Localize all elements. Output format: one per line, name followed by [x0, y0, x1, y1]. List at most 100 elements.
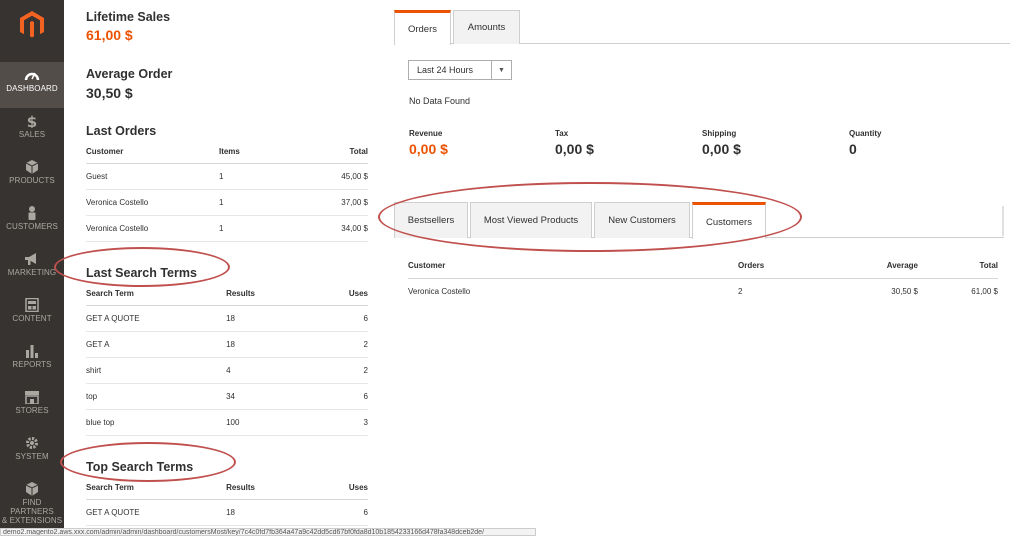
sidebar-item-reports[interactable]: REPORTS [0, 338, 64, 384]
sidebar-item-label: & EXTENSIONS [1, 516, 63, 525]
column-header: Uses [318, 283, 368, 306]
table-row: GET A 18 2 [86, 331, 368, 358]
sidebar-item-label: REPORTS [12, 360, 52, 369]
sidebar-item-label: STORES [15, 406, 49, 415]
table-row[interactable]: Veronica Costello 1 37,00 $ [86, 189, 368, 216]
gear-icon [26, 437, 38, 449]
sidebar-item-customers[interactable]: CUSTOMERS [0, 200, 64, 246]
table-row: shirt 4 2 [86, 357, 368, 384]
sidebar-item-stores[interactable]: STORES [0, 384, 64, 430]
lifetime-sales-label: Lifetime Sales [86, 10, 171, 24]
tab-bestsellers[interactable]: Bestsellers [394, 202, 468, 238]
metric-label: Quantity [849, 129, 882, 138]
cell-orders: 2 [738, 286, 743, 296]
table-row: GET A QUOTE 18 6 [86, 499, 368, 526]
sidebar-item-products[interactable]: PRODUCTS [0, 154, 64, 200]
column-header: Customer [86, 141, 219, 164]
app-root: DASHBOARD $ SALES PRODUCTS CUSTOMERS MAR… [0, 0, 1024, 536]
column-header: Total [918, 254, 998, 279]
cell-results: 34 [226, 383, 319, 410]
megaphone-icon [25, 253, 36, 265]
column-header: Orders [738, 254, 838, 279]
cell-term: GET A [86, 331, 227, 358]
metric-value: 0 [849, 141, 857, 157]
metric-value: 0,00 $ [555, 141, 594, 157]
cell-results: 18 [226, 305, 319, 332]
admin-sidebar: DASHBOARD $ SALES PRODUCTS CUSTOMERS MAR… [0, 0, 64, 536]
cell-total: 61,00 $ [971, 286, 998, 296]
cell-results: 18 [226, 331, 319, 358]
sidebar-item-content[interactable]: CONTENT [0, 292, 64, 338]
lifetime-sales-value: 61,00 $ [86, 27, 133, 43]
sidebar-item-label: CONTENT [12, 314, 52, 323]
last-search-terms-table: Search Term Results Uses GET A QUOTE 18 6 … [86, 283, 368, 436]
table-row: top 34 6 [86, 383, 368, 410]
sidebar-item-dashboard[interactable]: DASHBOARD [0, 62, 64, 108]
tab-most-viewed-products[interactable]: Most Viewed Products [470, 202, 592, 238]
table-row[interactable]: Veronica Costello 2 30,50 $ 61,00 $ [408, 278, 998, 304]
table-header-row: Customer Items Total [86, 141, 368, 164]
table-header-row: Search Term Results Uses [86, 477, 368, 500]
svg-text:$: $ [27, 114, 37, 128]
metric-shipping: Shipping 0,00 $ [702, 129, 741, 157]
cell-customer: Veronica Costello [408, 286, 471, 296]
sidebar-item-marketing[interactable]: MARKETING [0, 246, 64, 292]
metric-revenue: Revenue 0,00 $ [409, 129, 448, 157]
cell-items: 1 [218, 215, 311, 242]
top-search-terms-table: Search Term Results Uses GET A QUOTE 18 6 [86, 477, 368, 526]
layout-icon [25, 298, 39, 312]
cell-average: 30,50 $ [891, 286, 918, 296]
tab-new-customers[interactable]: New Customers [594, 202, 690, 238]
table-header-row: Customer Orders Average Total [408, 254, 998, 279]
sidebar-item-system[interactable]: SYSTEM [0, 430, 64, 476]
box-icon [25, 482, 39, 496]
tab-customers[interactable]: Customers [692, 202, 766, 239]
metric-label: Revenue [409, 129, 443, 138]
column-header: Results [226, 283, 319, 306]
metric-label: Shipping [702, 129, 737, 138]
metric-value: 0,00 $ [409, 141, 448, 157]
cell-term: top [86, 383, 227, 410]
column-header: Items [218, 141, 311, 164]
cell-customer: Guest [86, 163, 219, 190]
tab-amounts[interactable]: Amounts [453, 10, 520, 44]
cell-uses: 6 [318, 305, 368, 332]
sidebar-item-label: MARKETING [7, 268, 57, 277]
grid-tabs: Bestsellers Most Viewed Products New Cus… [394, 202, 1004, 239]
store-icon [25, 391, 39, 404]
sidebar-item-label: DASHBOARD [6, 84, 58, 93]
column-header: Average [838, 254, 918, 279]
table-row[interactable]: Veronica Costello 1 34,00 $ [86, 215, 368, 242]
cell-uses: 2 [318, 357, 368, 384]
dashboard-icon [24, 72, 40, 81]
table-row[interactable]: Guest 1 45,00 $ [86, 163, 368, 190]
cell-total: 37,00 $ [310, 189, 368, 216]
tab-orders[interactable]: Orders [394, 10, 451, 45]
sidebar-item-label: SALES [18, 130, 46, 139]
column-header: Customer [408, 254, 738, 279]
cell-items: 1 [218, 189, 311, 216]
average-order-label: Average Order [86, 67, 173, 81]
magento-logo-icon[interactable] [0, 0, 64, 50]
status-url-bar: demo2.magento2.aws.xxx.com/admin/admin/d… [0, 528, 536, 536]
average-order-value: 30,50 $ [86, 85, 133, 101]
cell-total: 34,00 $ [310, 215, 368, 242]
last-orders-title: Last Orders [86, 124, 157, 138]
sidebar-item-label: CUSTOMERS [6, 222, 58, 231]
chart-tabs: Orders Amounts [394, 10, 1010, 45]
sidebar-item-find-partners[interactable]: FIND PARTNERS & EXTENSIONS [0, 476, 64, 528]
period-select[interactable]: Last 24 Hours ▼ [408, 60, 512, 80]
tabs-divider [1002, 206, 1004, 236]
cell-customer: Veronica Costello [86, 189, 219, 216]
period-select-value: Last 24 Hours [417, 65, 474, 75]
sidebar-item-label: PRODUCTS [9, 176, 55, 185]
column-header: Search Term [86, 477, 227, 500]
dollar-icon: $ [27, 114, 37, 128]
cell-term: blue top [86, 409, 227, 436]
sidebar-item-sales[interactable]: $ SALES [0, 108, 64, 154]
column-header: Uses [318, 477, 368, 500]
table-header-row: Search Term Results Uses [86, 283, 368, 306]
cell-term: shirt [86, 357, 227, 384]
cell-customer: Veronica Costello [86, 215, 219, 242]
metric-label: Tax [555, 129, 569, 138]
